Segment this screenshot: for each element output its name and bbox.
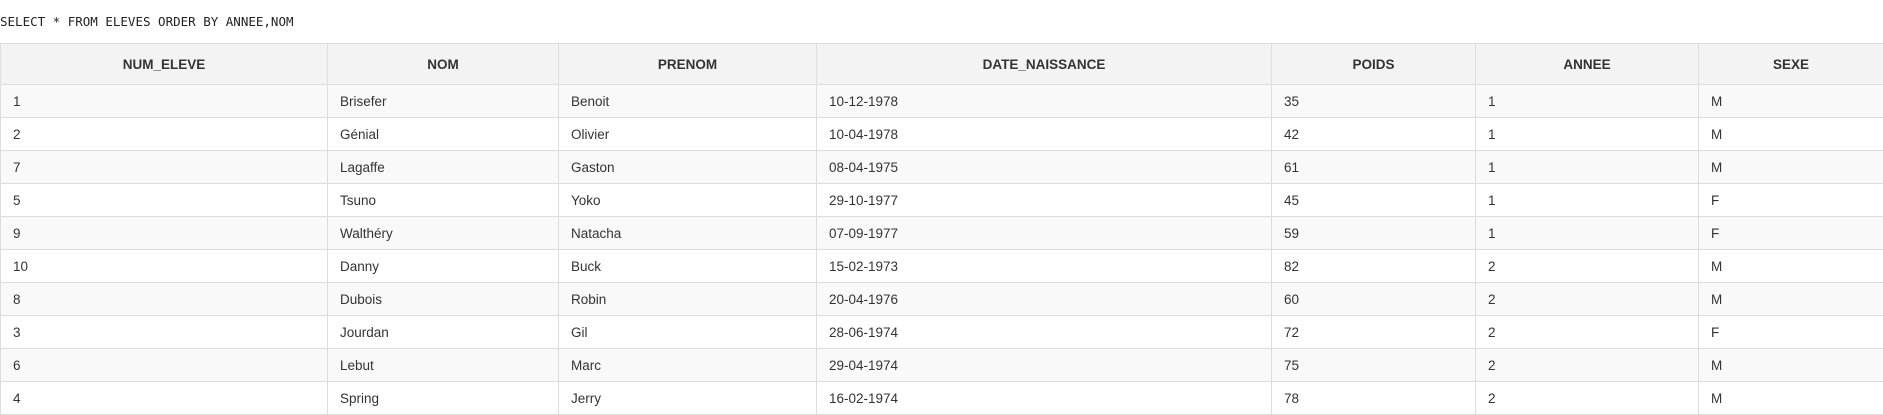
table-cell: Robin	[558, 282, 817, 316]
table-row: 6 Lebut Marc 29-04-1974 75 2 M	[0, 348, 1883, 382]
table-cell: M	[1698, 150, 1883, 184]
table-row: 1 Brisefer Benoit 10-12-1978 35 1 M	[0, 84, 1883, 118]
table-cell: 1	[0, 84, 328, 118]
table-cell: 2	[1475, 348, 1699, 382]
column-header: NOM	[327, 43, 559, 85]
table-cell: 75	[1271, 348, 1476, 382]
table-cell: M	[1698, 282, 1883, 316]
table-cell: 7	[0, 150, 328, 184]
table-row: 4 Spring Jerry 16-02-1974 78 2 M	[0, 381, 1883, 415]
table-cell: 29-10-1977	[816, 183, 1272, 217]
table-cell: Danny	[327, 249, 559, 283]
table-cell: Lebut	[327, 348, 559, 382]
table-row: 3 Jourdan Gil 28-06-1974 72 2 F	[0, 315, 1883, 349]
table-cell: 29-04-1974	[816, 348, 1272, 382]
table-cell: 60	[1271, 282, 1476, 316]
table-cell: 28-06-1974	[816, 315, 1272, 349]
table-cell: 2	[1475, 249, 1699, 283]
table-cell: 20-04-1976	[816, 282, 1272, 316]
table-cell: Buck	[558, 249, 817, 283]
table-cell: Tsuno	[327, 183, 559, 217]
table-cell: 10-04-1978	[816, 117, 1272, 151]
table-cell: Marc	[558, 348, 817, 382]
table-cell: Walthéry	[327, 216, 559, 250]
column-header: DATE_NAISSANCE	[816, 43, 1272, 85]
table-cell: 42	[1271, 117, 1476, 151]
table-cell: F	[1698, 216, 1883, 250]
table-cell: 2	[1475, 315, 1699, 349]
column-header: SEXE	[1698, 43, 1883, 85]
table-cell: 9	[0, 216, 328, 250]
table-cell: M	[1698, 348, 1883, 382]
table-cell: Olivier	[558, 117, 817, 151]
table-cell: F	[1698, 183, 1883, 217]
table-cell: 35	[1271, 84, 1476, 118]
table-cell: Yoko	[558, 183, 817, 217]
table-cell: Spring	[327, 381, 559, 415]
table-cell: 1	[1475, 150, 1699, 184]
table-cell: Génial	[327, 117, 559, 151]
table-row: 9 Walthéry Natacha 07-09-1977 59 1 F	[0, 216, 1883, 250]
table-cell: 16-02-1974	[816, 381, 1272, 415]
table-cell: Gil	[558, 315, 817, 349]
table-row: 10 Danny Buck 15-02-1973 82 2 M	[0, 249, 1883, 283]
table-cell: 2	[1475, 282, 1699, 316]
table-cell: 5	[0, 183, 328, 217]
table-cell: 4	[0, 381, 328, 415]
column-header: POIDS	[1271, 43, 1476, 85]
table-cell: Benoit	[558, 84, 817, 118]
table-cell: 2	[1475, 381, 1699, 415]
table-cell: 72	[1271, 315, 1476, 349]
table-cell: Brisefer	[327, 84, 559, 118]
table-cell: 82	[1271, 249, 1476, 283]
table-cell: 08-04-1975	[816, 150, 1272, 184]
table-cell: 45	[1271, 183, 1476, 217]
table-cell: 61	[1271, 150, 1476, 184]
table-cell: 10	[0, 249, 328, 283]
table-cell: M	[1698, 84, 1883, 118]
table-cell: 78	[1271, 381, 1476, 415]
table-cell: 10-12-1978	[816, 84, 1272, 118]
table-row: 8 Dubois Robin 20-04-1976 60 2 M	[0, 282, 1883, 316]
table-cell: 59	[1271, 216, 1476, 250]
table-cell: M	[1698, 249, 1883, 283]
table-cell: Dubois	[327, 282, 559, 316]
table-cell: F	[1698, 315, 1883, 349]
table-cell: 6	[0, 348, 328, 382]
table-cell: 1	[1475, 183, 1699, 217]
table-cell: 3	[0, 315, 328, 349]
table-cell: 1	[1475, 117, 1699, 151]
table-cell: 15-02-1973	[816, 249, 1272, 283]
table-cell: Natacha	[558, 216, 817, 250]
table-row: 5 Tsuno Yoko 29-10-1977 45 1 F	[0, 183, 1883, 217]
table-cell: M	[1698, 117, 1883, 151]
sql-query-text: SELECT * FROM ELEVES ORDER BY ANNEE,NOM	[0, 14, 294, 29]
table-cell: 07-09-1977	[816, 216, 1272, 250]
column-header: NUM_ELEVE	[0, 43, 328, 85]
table-cell: M	[1698, 381, 1883, 415]
table-cell: Lagaffe	[327, 150, 559, 184]
table-cell: 1	[1475, 84, 1699, 118]
table-cell: 2	[0, 117, 328, 151]
table-row: 2 Génial Olivier 10-04-1978 42 1 M	[0, 117, 1883, 151]
column-header: ANNEE	[1475, 43, 1699, 85]
table-cell: Gaston	[558, 150, 817, 184]
table-cell: 8	[0, 282, 328, 316]
header-row: NUM_ELEVE NOM PRENOM DATE_NAISSANCE POID…	[0, 43, 1883, 85]
table-cell: 1	[1475, 216, 1699, 250]
table-cell: Jourdan	[327, 315, 559, 349]
table-cell: Jerry	[558, 381, 817, 415]
table-row: 7 Lagaffe Gaston 08-04-1975 61 1 M	[0, 150, 1883, 184]
results-table: NUM_ELEVE NOM PRENOM DATE_NAISSANCE POID…	[0, 43, 1883, 415]
column-header: PRENOM	[558, 43, 817, 85]
